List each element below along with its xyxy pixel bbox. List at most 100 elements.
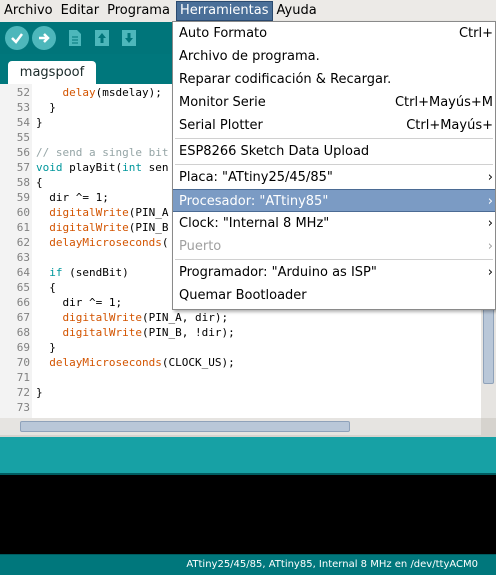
code-text: digitalWrite(PIN_B — [49, 221, 169, 234]
menu-esp8266-data-upload[interactable]: ESP8266 Sketch Data Upload — [173, 140, 495, 163]
code-line: 73 — [0, 400, 481, 415]
menu-archivo-de-programa[interactable]: Archivo de programa. — [173, 45, 495, 68]
menu-auto-formato[interactable]: Auto Formato Ctrl+ — [173, 22, 495, 45]
line-number: 60 — [16, 206, 30, 219]
message-area — [0, 437, 496, 473]
horizontal-scroll-thumb[interactable] — [20, 421, 350, 432]
line-number: 56 — [16, 146, 30, 159]
save-button[interactable] — [117, 26, 141, 50]
code-line: 71 — [0, 370, 481, 385]
line-number: 67 — [16, 311, 30, 324]
menu-item-label: Puerto — [179, 239, 222, 254]
code-line: 69 } — [0, 340, 481, 355]
code-text: digitalWrite(PIN_A — [49, 206, 169, 219]
menu-item-label: Auto Formato — [179, 26, 268, 41]
menu-bar: Archivo Editar Programa Herramientas Ayu… — [0, 0, 496, 22]
line-number: 63 — [16, 251, 30, 264]
open-button[interactable] — [90, 26, 114, 50]
menu-separator — [175, 138, 493, 139]
menu-quemar-bootloader[interactable]: Quemar Bootloader — [173, 284, 495, 307]
code-text: dir ^= 1; — [36, 191, 109, 204]
menu-programador[interactable]: Programador: "Arduino as ISP" › — [173, 261, 495, 284]
tab-magspoof[interactable]: magspoof — [8, 61, 96, 84]
scroll-corner — [481, 418, 496, 435]
submenu-arrow-icon: › — [487, 170, 493, 185]
herramientas-dropdown: Auto Formato Ctrl+ Archivo de programa. R… — [172, 21, 496, 310]
code-text: { — [36, 176, 43, 189]
code-line: 72} — [0, 385, 481, 400]
menu-item-shortcut: Ctrl+ — [458, 26, 493, 41]
code-line: 70 delayMicroseconds(CLOCK_US); — [0, 355, 481, 370]
code-line: 68 digitalWrite(PIN_B, !dir); — [0, 325, 481, 340]
menu-monitor-serie[interactable]: Monitor Serie Ctrl+Mayús+M — [173, 91, 495, 114]
menu-item-label: Clock: "Internal 8 MHz" — [179, 216, 330, 231]
menu-editar[interactable]: Editar — [57, 1, 104, 21]
line-number: 73 — [16, 401, 30, 414]
output-console[interactable] — [0, 473, 496, 555]
status-bar: ATtiny25/45/85, ATtiny85, Internal 8 MHz… — [0, 555, 496, 575]
menu-item-label: Quemar Bootloader — [179, 288, 307, 303]
line-number: 61 — [16, 221, 30, 234]
line-number: 57 — [16, 161, 30, 174]
line-number: 69 — [16, 341, 30, 354]
code-text: } — [36, 341, 56, 354]
submenu-arrow-icon: › — [487, 265, 493, 280]
menu-puerto: Puerto › — [173, 235, 495, 258]
line-number: 54 — [16, 116, 30, 129]
new-icon — [69, 30, 81, 46]
verify-icon — [11, 33, 23, 44]
menu-item-label: Programador: "Arduino as ISP" — [179, 265, 377, 280]
code-text: } — [36, 386, 43, 399]
code-text: digitalWrite(PIN_A, dir); — [62, 311, 229, 324]
open-icon — [95, 30, 109, 46]
line-number: 53 — [16, 101, 30, 114]
code-line: 67 digitalWrite(PIN_A, dir); — [0, 310, 481, 325]
upload-button[interactable] — [32, 26, 56, 50]
menu-serial-plotter[interactable]: Serial Plotter Ctrl+Mayús+ — [173, 114, 495, 137]
menu-clock[interactable]: Clock: "Internal 8 MHz" › — [173, 212, 495, 235]
upload-icon — [39, 33, 50, 43]
menu-separator — [175, 259, 493, 260]
code-text: } — [36, 101, 56, 114]
submenu-arrow-icon: › — [487, 194, 493, 209]
line-number: 71 — [16, 371, 30, 384]
menu-reparar-codificacion[interactable]: Reparar codificación & Recargar. — [173, 68, 495, 91]
line-number: 52 — [16, 86, 30, 99]
line-number: 58 — [16, 176, 30, 189]
verify-button[interactable] — [5, 26, 29, 50]
menu-procesador[interactable]: Procesador: "ATtiny85" › — [173, 189, 495, 212]
line-number: 59 — [16, 191, 30, 204]
line-number: 64 — [16, 266, 30, 279]
submenu-arrow-icon: › — [487, 216, 493, 231]
line-number: 68 — [16, 326, 30, 339]
menu-item-label: ESP8266 Sketch Data Upload — [179, 144, 370, 159]
menu-item-shortcut: Ctrl+Mayús+ — [406, 118, 493, 133]
code-text: { — [36, 281, 56, 294]
menu-programa[interactable]: Programa — [103, 1, 174, 21]
menu-item-label: Serial Plotter — [179, 118, 263, 133]
code-text: if (sendBit) — [49, 266, 129, 279]
code-text: // send a single bit — [36, 146, 169, 159]
menu-item-label: Procesador: "ATtiny85" — [179, 194, 329, 209]
code-text: delayMicroseconds(CLOCK_US); — [49, 356, 235, 369]
line-number: 70 — [16, 356, 30, 369]
menu-item-label: Monitor Serie — [179, 95, 266, 110]
code-text: delayMicroseconds( — [49, 236, 169, 249]
new-button[interactable] — [63, 26, 87, 50]
menu-archivo[interactable]: Archivo — [0, 1, 57, 21]
menu-herramientas[interactable]: Herramientas — [175, 1, 273, 21]
menu-ayuda[interactable]: Ayuda — [273, 1, 321, 21]
code-text: delay(msdelay); — [62, 86, 162, 99]
code-text: void playBit(int sen — [36, 161, 169, 174]
code-text: digitalWrite(PIN_B, !dir); — [62, 326, 235, 339]
line-number: 72 — [16, 386, 30, 399]
menu-separator — [175, 164, 493, 165]
menu-item-label: Reparar codificación & Recargar. — [179, 72, 392, 87]
line-number: 55 — [16, 131, 30, 144]
menu-placa[interactable]: Placa: "ATtiny25/45/85" › — [173, 166, 495, 189]
save-icon — [122, 30, 136, 46]
line-number: 62 — [16, 236, 30, 249]
horizontal-scrollbar[interactable] — [0, 418, 481, 435]
submenu-arrow-icon: › — [487, 239, 493, 254]
line-number: 66 — [16, 296, 30, 309]
